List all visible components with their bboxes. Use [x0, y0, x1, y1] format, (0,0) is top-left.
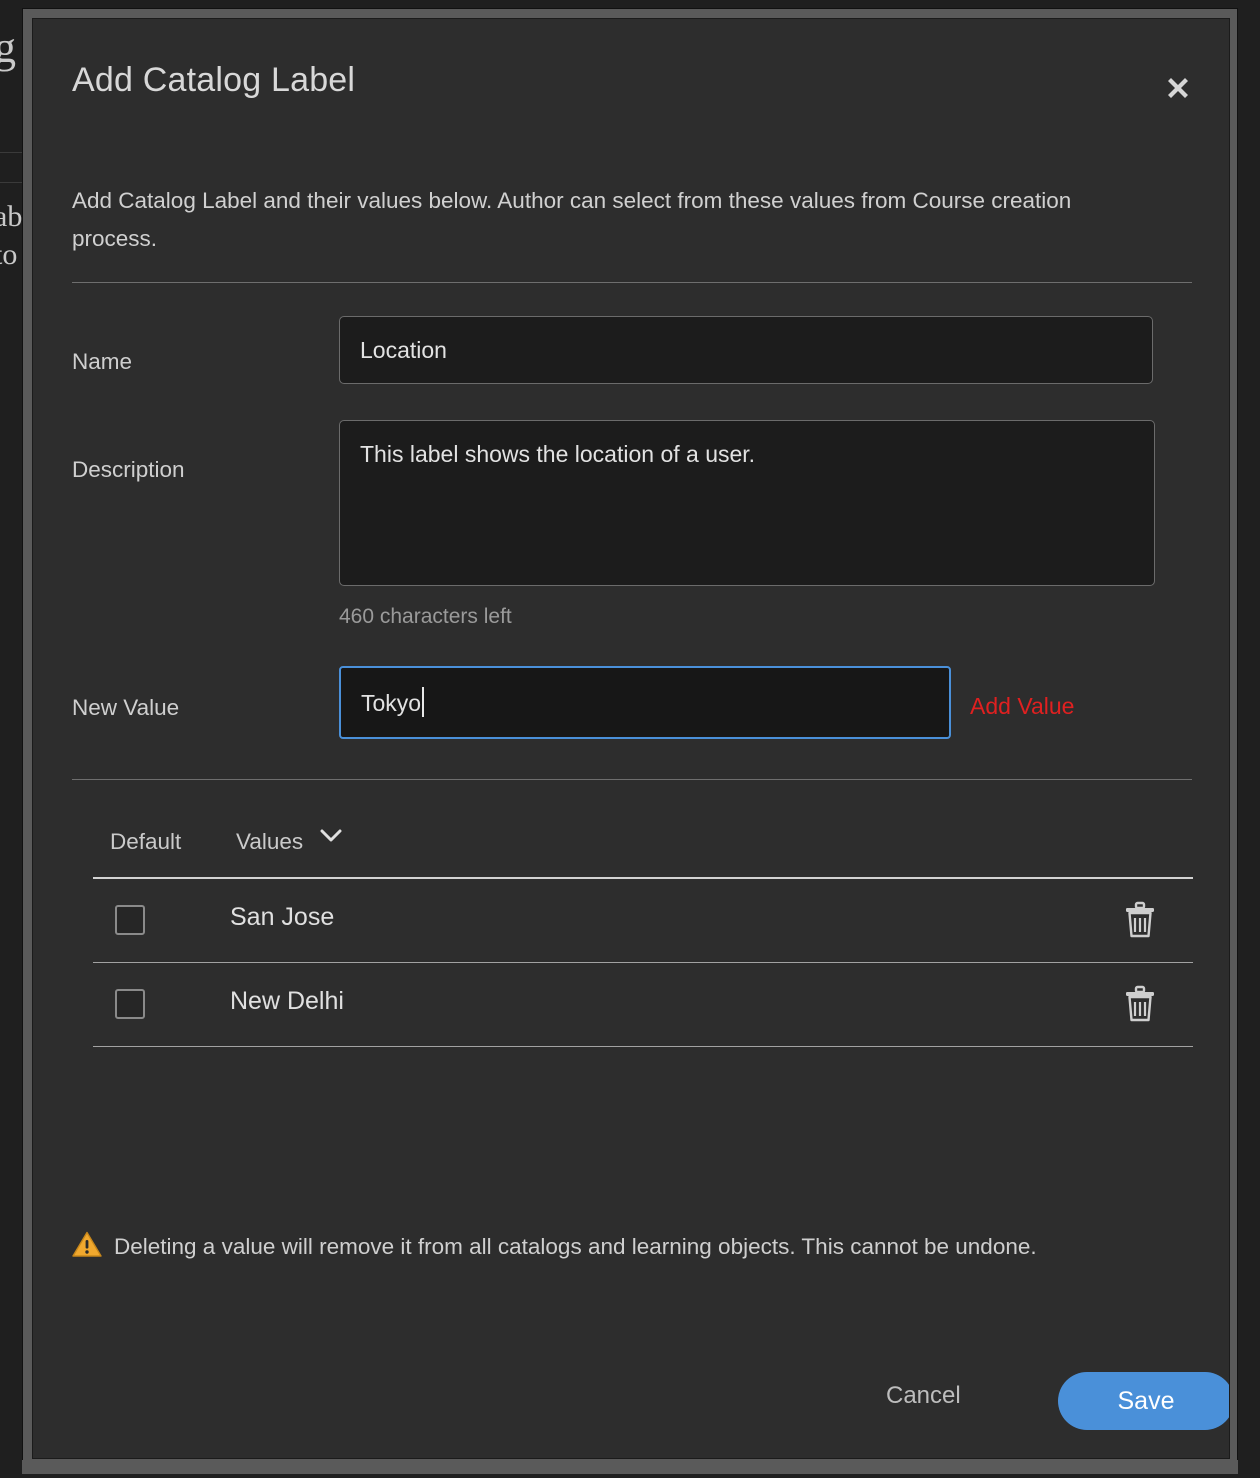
horizontal-scrollbar[interactable] [22, 1460, 1238, 1474]
delete-row-button[interactable] [1123, 901, 1157, 939]
close-icon [1163, 73, 1193, 103]
chevron-down-icon[interactable] [320, 829, 342, 843]
delete-warning-text: Deleting a value will remove it from all… [114, 1234, 1037, 1259]
save-button[interactable]: Save [1058, 1372, 1230, 1430]
page-title: Add Catalog Label [72, 61, 355, 100]
background-text-fragment: g [0, 22, 16, 73]
table-divider [93, 1046, 1193, 1047]
add-catalog-label-dialog: Add Catalog Label Add Catalog Label and … [32, 18, 1230, 1459]
name-input[interactable]: Location [339, 316, 1153, 384]
trash-icon [1123, 901, 1157, 939]
table-header: Default Values [93, 819, 1193, 877]
delete-row-button[interactable] [1123, 985, 1157, 1023]
column-header-default: Default [110, 829, 181, 855]
delete-warning: Deleting a value will remove it from all… [72, 1224, 1152, 1270]
value-text: New Delhi [230, 987, 344, 1016]
character-count: 460 characters left [339, 605, 512, 629]
trash-icon [1123, 985, 1157, 1023]
table-row[interactable]: San Jose [93, 879, 1193, 962]
divider [72, 282, 1192, 283]
divider [72, 779, 1192, 780]
close-button[interactable] [1155, 65, 1201, 111]
default-checkbox[interactable] [115, 905, 145, 935]
dialog-header: Add Catalog Label [33, 19, 1229, 151]
name-label: Name [72, 349, 132, 375]
new-value-input[interactable]: Tokyo [339, 666, 951, 739]
values-table: Default Values San Jose [93, 819, 1193, 1047]
background-text-fragment: ab [0, 200, 22, 234]
default-checkbox[interactable] [115, 989, 145, 1019]
column-header-values[interactable]: Values [236, 829, 303, 855]
new-value-text: Tokyo [361, 690, 421, 716]
value-text: San Jose [230, 903, 334, 932]
table-row[interactable]: New Delhi [93, 963, 1193, 1046]
background-text-fragment: to [0, 238, 17, 272]
text-caret [422, 687, 424, 717]
modal-scroll-frame: Add Catalog Label Add Catalog Label and … [22, 8, 1238, 1470]
add-value-button[interactable]: Add Value [970, 693, 1074, 720]
description-textarea[interactable]: This label shows the location of a user. [339, 420, 1155, 586]
warning-triangle-icon [72, 1231, 102, 1258]
cancel-button[interactable]: Cancel [886, 1382, 961, 1410]
new-value-label: New Value [72, 695, 179, 721]
description-label: Description [72, 457, 185, 483]
dialog-description: Add Catalog Label and their values below… [72, 182, 1147, 258]
